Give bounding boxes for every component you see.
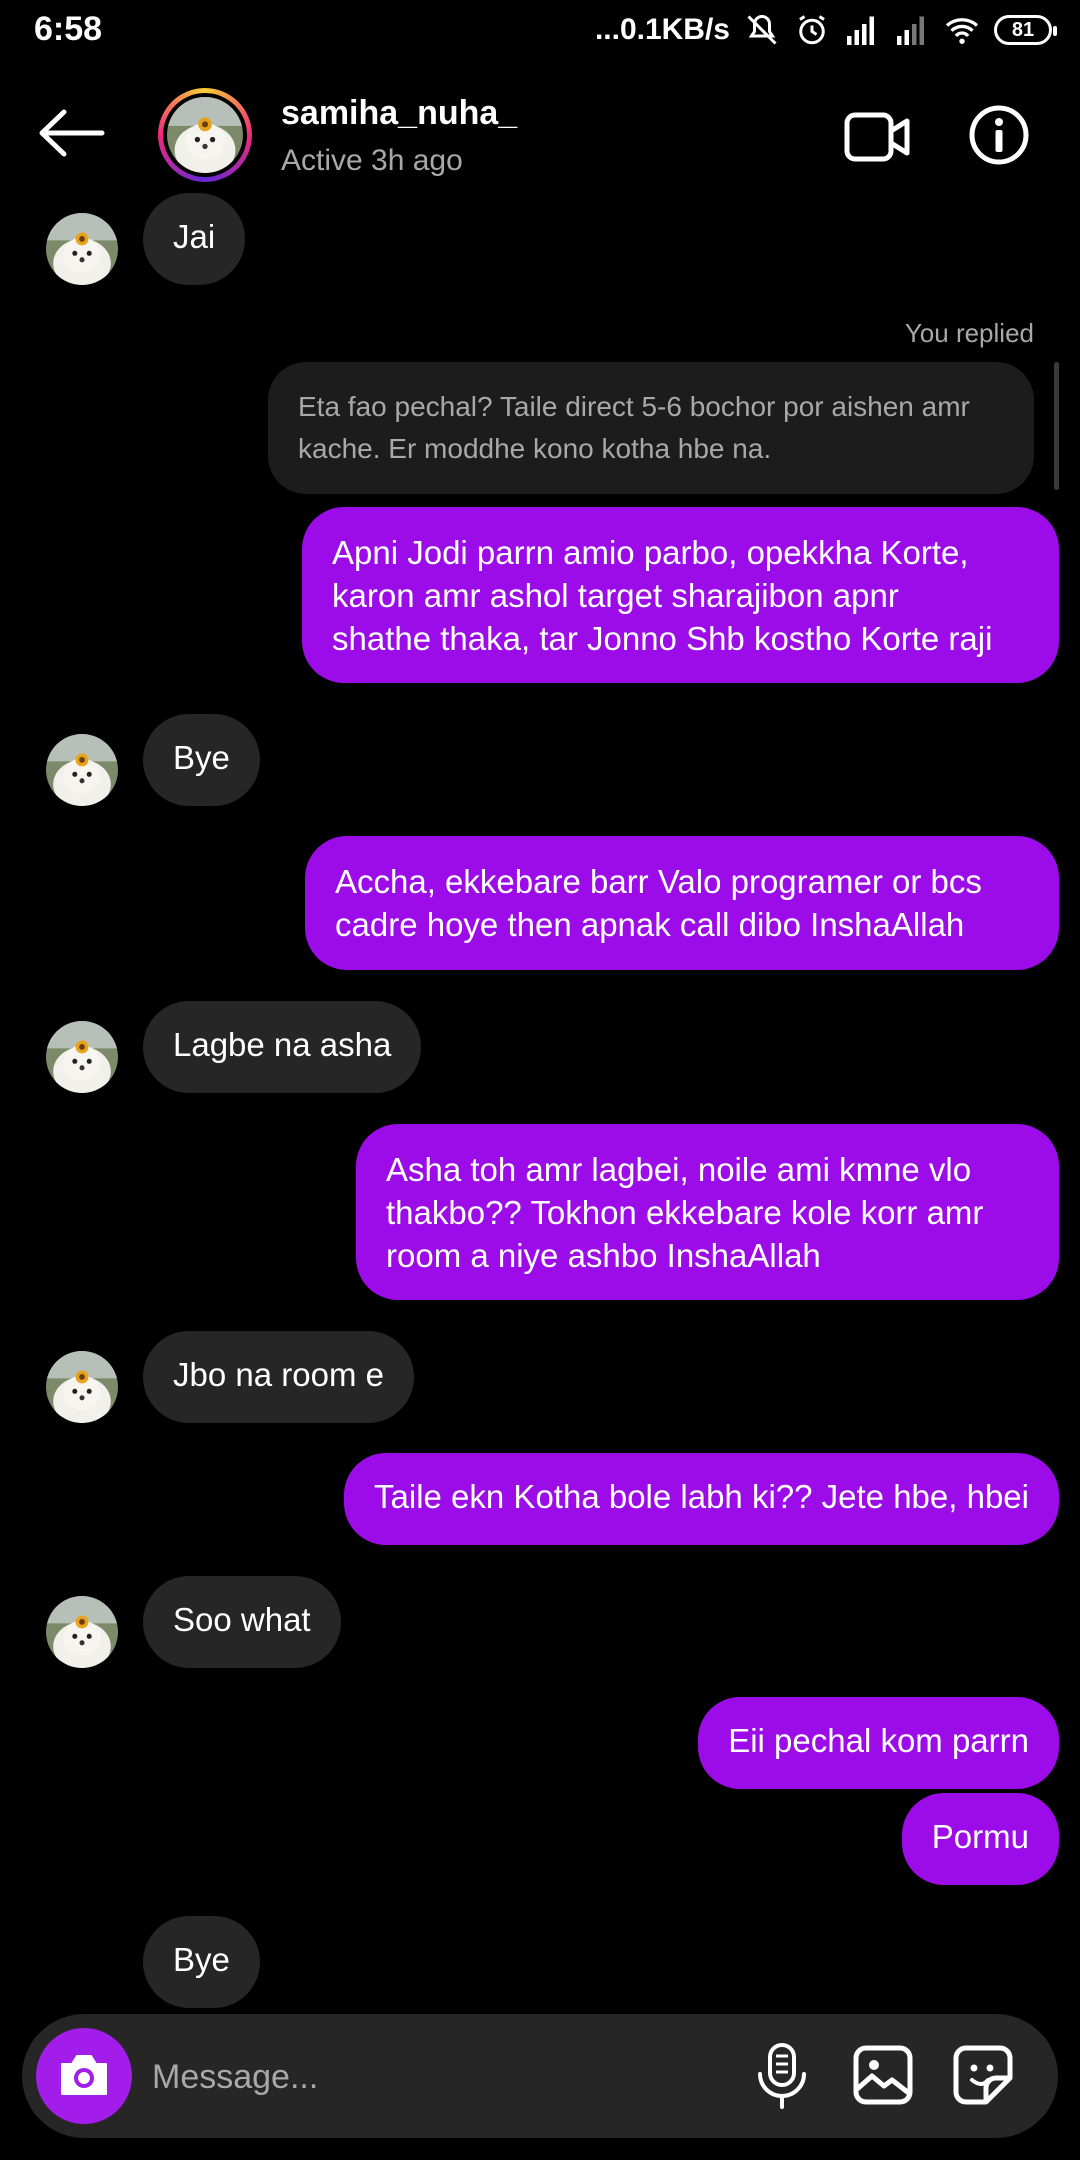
status-bar: 6:58 ...0.1KB/s 81 <box>0 0 1080 62</box>
sender-avatar[interactable] <box>46 1021 118 1093</box>
mute-icon <box>747 14 777 45</box>
message-bubble-incoming[interactable]: Bye <box>143 1916 260 2008</box>
message-line: shathe thaka, tar Jonno Shb kostho Korte… <box>332 620 993 657</box>
message-line: Asha toh amr lagbei, noile ami kmne vlo <box>386 1151 972 1188</box>
network-speed: ...0.1KB/s <box>594 13 730 46</box>
message-line: Apni Jodi parrn amio parbo, opekkha Kort… <box>332 534 969 571</box>
message-bubble-outgoing[interactable]: Pormu <box>901 1793 1059 1885</box>
camera-button[interactable] <box>36 2028 132 2124</box>
reply-quote[interactable]: Eta fao pechal? Taile direct 5-6 bochor … <box>268 362 1034 494</box>
microphone-icon[interactable] <box>752 2042 812 2110</box>
message-bubble-incoming[interactable]: Bye <box>143 714 260 806</box>
status-time: 6:58 <box>34 10 103 48</box>
chat-header: samiha_nuha_ Active 3h ago <box>0 62 1080 212</box>
message-bubble-incoming[interactable]: Jai <box>143 193 246 285</box>
message-line: thakbo?? Tokhon ekkebare kole korr amr <box>386 1194 984 1231</box>
message-bubble-outgoing[interactable]: Asha toh amr lagbei, noile ami kmne vlo … <box>356 1124 1059 1300</box>
message-line: cadre hoye then apnak call dibo InshaAll… <box>335 906 965 943</box>
back-arrow-icon[interactable] <box>36 108 106 158</box>
message-line: Accha, ekkebare barr Valo programer or b… <box>335 863 982 900</box>
video-call-icon[interactable] <box>844 110 910 164</box>
message-bubble-outgoing[interactable]: Apni Jodi parrn amio parbo, opekkha Kort… <box>302 507 1059 683</box>
message-composer <box>22 2014 1058 2138</box>
message-bubble-incoming[interactable]: Lagbe na asha <box>143 1001 422 1093</box>
message-bubble-incoming[interactable]: Soo what <box>143 1576 341 1668</box>
message-bubble-outgoing[interactable]: Eii pechal kom parrn <box>698 1697 1059 1789</box>
contact-username[interactable]: samiha_nuha_ <box>281 94 517 133</box>
message-bubble-incoming[interactable]: Jbo na room e <box>143 1331 414 1423</box>
status-icons: ...0.1KB/s 81 <box>594 8 1057 52</box>
wifi-icon <box>945 18 979 44</box>
camera-icon <box>61 2055 107 2095</box>
message-bubble-outgoing[interactable]: Accha, ekkebare barr Valo programer or b… <box>305 836 1059 970</box>
sender-avatar[interactable] <box>46 1351 118 1423</box>
sender-avatar[interactable] <box>46 213 118 285</box>
message-line: room a niye ashbo InshaAllah <box>386 1237 821 1274</box>
contact-active-status: Active 3h ago <box>281 144 463 177</box>
scrollbar[interactable] <box>1054 362 1059 490</box>
signal-icon <box>897 16 924 45</box>
sender-avatar[interactable] <box>46 1596 118 1668</box>
gallery-icon[interactable] <box>852 2044 914 2106</box>
replied-label: You replied <box>904 318 1034 348</box>
header-avatar[interactable] <box>158 88 252 182</box>
message-line: karon amr ashol target sharajibon apnr <box>332 577 899 614</box>
battery-icon: 81 <box>994 15 1057 45</box>
sender-avatar[interactable] <box>46 734 118 806</box>
signal-icon <box>847 16 874 45</box>
message-input[interactable] <box>150 2044 734 2110</box>
info-icon[interactable] <box>968 104 1030 166</box>
message-bubble-outgoing[interactable]: Taile ekn Kotha bole labh ki?? Jete hbe,… <box>344 1453 1059 1545</box>
sticker-icon[interactable] <box>952 2044 1014 2106</box>
alarm-icon <box>799 15 825 45</box>
